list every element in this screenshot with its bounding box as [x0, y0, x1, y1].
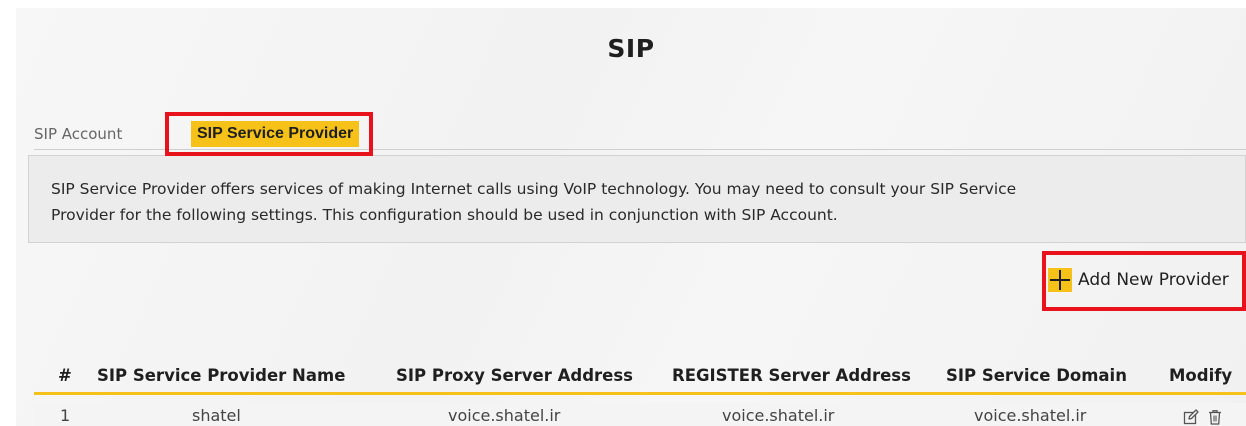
tab-sip-account[interactable]: SIP Account — [34, 121, 122, 147]
column-header-register-address: REGISTER Server Address — [672, 366, 911, 385]
table-row: 1 shatel voice.shatel.ir voice.shatel.ir… — [34, 403, 1246, 426]
info-box: SIP Service Provider offers services of … — [28, 155, 1246, 243]
cell-index: 1 — [60, 406, 71, 425]
sip-panel: SIP SIP Account SIP Service Provider SIP… — [16, 8, 1246, 426]
cell-provider-name: shatel — [192, 406, 241, 425]
column-header-modify: Modify — [1169, 366, 1233, 385]
cell-register-address: voice.shatel.ir — [722, 406, 835, 425]
cell-proxy-address: voice.shatel.ir — [448, 406, 561, 425]
page-title: SIP — [607, 34, 655, 63]
column-header-index: # — [58, 366, 72, 385]
info-text-line-2: Provider for the following settings. Thi… — [51, 206, 838, 224]
column-header-proxy-address: SIP Proxy Server Address — [396, 366, 633, 385]
edit-icon[interactable] — [1183, 409, 1199, 425]
column-header-provider-name: SIP Service Provider Name — [97, 366, 346, 385]
table-header: # SIP Service Provider Name SIP Proxy Se… — [34, 360, 1246, 395]
cell-service-domain: voice.shatel.ir — [974, 406, 1087, 425]
trash-icon[interactable] — [1207, 409, 1223, 425]
highlight-tab-sip-service-provider — [165, 112, 373, 156]
highlight-add-new-provider — [1042, 251, 1246, 311]
info-text-line-1: SIP Service Provider offers services of … — [51, 180, 1017, 198]
column-header-service-domain: SIP Service Domain — [946, 366, 1127, 385]
